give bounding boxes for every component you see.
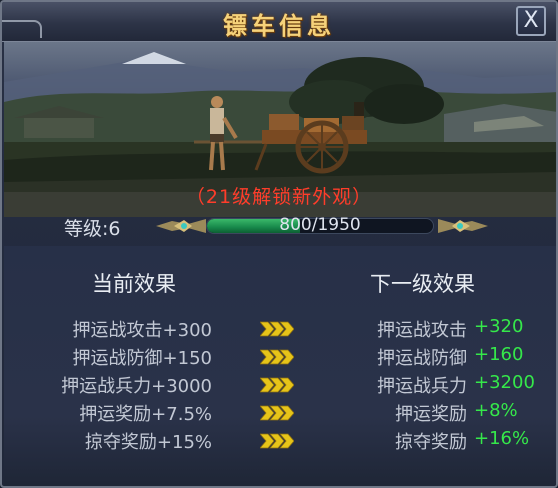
current-effect-text: 押运奖励+7.5% xyxy=(79,404,212,425)
next-effect-name: 押运战攻击 xyxy=(377,320,467,341)
effect-row: 押运奖励+7.5% 押运奖励 +8% xyxy=(4,400,556,428)
next-effect-value: +16% xyxy=(474,428,530,449)
next-effect-value: +3200 xyxy=(474,372,535,393)
effects-section: 当前效果 下一级效果 押运战攻击+300 押运战攻击 +320 押运战防御+150 押运… xyxy=(4,246,556,486)
effect-row: 掠夺奖励+15% 掠夺奖励 +16% xyxy=(4,428,556,456)
current-effect-text: 押运战攻击+300 xyxy=(72,320,212,341)
current-effects-header: 当前效果 xyxy=(92,272,176,296)
next-level-effects-header: 下一级效果 xyxy=(370,272,475,296)
upgrade-arrow-icon xyxy=(260,377,294,393)
current-effect-text: 押运战防御+150 xyxy=(72,348,212,369)
title-bar: 镖车信息 X xyxy=(2,2,556,42)
bar-ornament-right-icon xyxy=(438,219,488,233)
upgrade-arrow-icon xyxy=(260,321,294,337)
effect-row: 押运战兵力+3000 押运战兵力 +3200 xyxy=(4,372,556,400)
effect-row: 押运战防御+150 押运战防御 +160 xyxy=(4,344,556,372)
upgrade-arrow-icon xyxy=(260,433,294,449)
next-effect-value: +160 xyxy=(474,344,524,365)
window-title: 镖车信息 xyxy=(223,11,335,40)
upgrade-arrow-icon xyxy=(260,349,294,365)
level-progress-text: 800/1950 xyxy=(279,215,361,235)
next-effect-name: 押运战兵力 xyxy=(377,376,467,397)
next-effect-value: +320 xyxy=(474,316,524,337)
escort-cart-panel: 镖车信息 X （21级解锁新外观） 等级:6 800/1950 当前效果 下一级… xyxy=(0,0,558,488)
next-effect-value: +8% xyxy=(474,400,518,421)
close-button[interactable]: X xyxy=(516,6,546,36)
level-row: 等级:6 800/1950 xyxy=(2,212,556,242)
next-effect-name: 押运奖励 xyxy=(395,404,467,425)
next-effect-name: 押运战防御 xyxy=(377,348,467,369)
next-effect-name: 掠夺奖励 xyxy=(395,432,467,453)
current-effect-text: 掠夺奖励+15% xyxy=(84,432,212,453)
current-effect-text: 押运战兵力+3000 xyxy=(61,376,212,397)
level-label: 等级:6 xyxy=(64,218,121,240)
effect-row: 押运战攻击+300 押运战攻击 +320 xyxy=(4,316,556,344)
bar-ornament-left-icon xyxy=(156,219,206,233)
level-value: 6 xyxy=(108,218,121,240)
unlock-appearance-note: （21级解锁新外观） xyxy=(185,186,373,208)
upgrade-arrow-icon xyxy=(260,405,294,421)
